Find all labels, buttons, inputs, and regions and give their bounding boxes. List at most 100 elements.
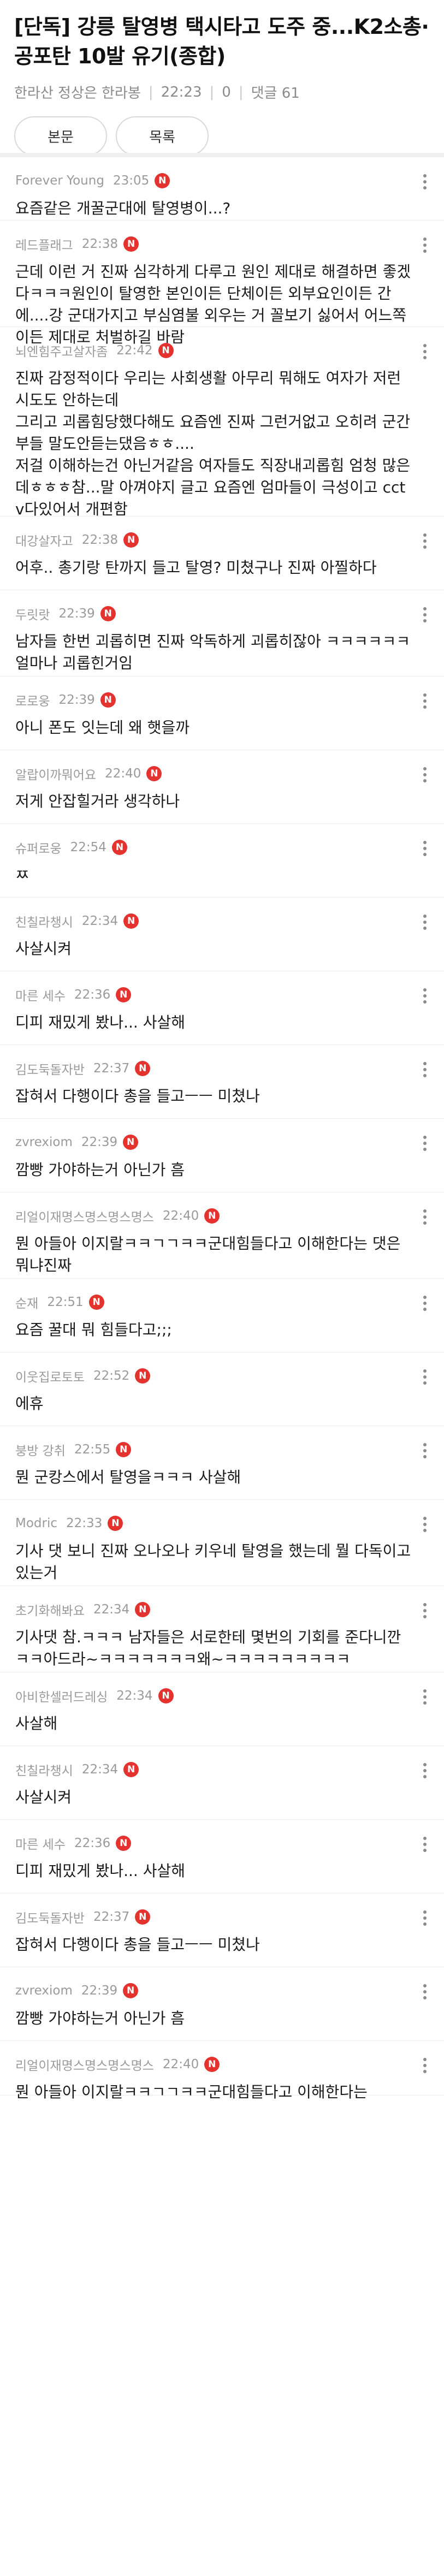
comment-author[interactable]: 리얼이재명스명스명스명스 [15, 2055, 154, 2074]
more-dot [423, 915, 427, 918]
comment-author[interactable]: 알랍이까뭐어요 [15, 764, 96, 783]
comment-author[interactable]: 마른 세수 [15, 1834, 66, 1853]
comment-time: 22:34 [81, 914, 119, 928]
more-options-icon[interactable] [422, 1688, 428, 1706]
comment-author[interactable]: zvrexiom [15, 1135, 73, 1149]
more-options-icon[interactable] [422, 606, 428, 624]
more-options-icon[interactable] [422, 1441, 428, 1460]
meta-divider: | [238, 84, 244, 100]
comment-item: 친칠라챙시 22:34 N 사살시켜 [0, 898, 444, 971]
comment-author[interactable]: 리얼이재명스명스명스명스 [15, 1207, 154, 1225]
comment-text: 잡혀서 다행이다 총을 들고ㅡㅡ 미쳤나 [15, 1087, 260, 1105]
comment-item: 초기화해봐요 22:34 N 기사댓 참.ㅋㅋㅋ 남자들은 서로한테 몇번의 기회를 … [0, 1586, 444, 1672]
article-title: [단독] 강릉 탈영병 택시타고 도주 중...K2소총·공포탄 10발 유기(… [14, 15, 429, 68]
comment-author[interactable]: 친칠라챙시 [15, 1760, 73, 1779]
new-badge-icon: N [135, 1909, 151, 1925]
comment-item: 마른 세수 22:36 N 디피 재밌게 봤나... 사살해 [0, 971, 444, 1045]
comment-author[interactable]: 뇌엔힘주고살자좀 [15, 341, 108, 360]
more-options-icon[interactable] [422, 1909, 428, 1927]
comment-header: 김도둑돌자반 22:37 N [15, 1908, 411, 1926]
comment-author[interactable]: 로로웅 [15, 691, 50, 709]
more-dot [423, 1769, 427, 1772]
comment-author[interactable]: Modric [15, 1516, 57, 1530]
more-options-icon[interactable] [422, 1983, 428, 2001]
comment-item: Modric 22:33 N 기사 댓 보니 진짜 오나오나 키우네 탈영을 했는데 … [0, 1500, 444, 1586]
more-options-icon[interactable] [422, 1515, 428, 1534]
new-badge-icon: N [204, 1208, 220, 1224]
more-dot [423, 1455, 427, 1458]
comment-header: Modric 22:33 N [15, 1514, 411, 1533]
comment-item: zvrexiom 22:39 N 깜빵 가야하는거 아닌가 흠 [0, 1119, 444, 1192]
comment-text: 요즘같은 개꿀군대에 탈영병이...? [15, 199, 231, 217]
more-options-icon[interactable] [422, 1060, 428, 1079]
more-options-icon[interactable] [422, 765, 428, 784]
comment-author[interactable]: 김도둑돌자반 [15, 1059, 85, 1078]
more-options-icon[interactable] [422, 173, 428, 191]
body-button[interactable]: 본문 [14, 116, 107, 156]
new-badge-icon: N [88, 1295, 104, 1310]
comment-count[interactable]: 댓글 61 [251, 82, 300, 102]
more-options-icon[interactable] [422, 1835, 428, 1854]
new-badge-icon: N [123, 532, 139, 548]
comment-time: 22:39 [81, 1135, 118, 1149]
more-options-icon[interactable] [422, 1134, 428, 1153]
comment-time: 22:34 [116, 1689, 153, 1703]
post-time: 22:23 [161, 84, 202, 100]
more-options-icon[interactable] [422, 692, 428, 710]
new-badge-icon: N [158, 343, 174, 358]
more-dot [423, 1763, 427, 1766]
more-options-icon[interactable] [422, 532, 428, 550]
more-options-icon[interactable] [422, 1208, 428, 1226]
comment-header: zvrexiom 22:39 N [15, 1981, 411, 2000]
comment-header: 레드플래그 22:38 N [15, 235, 411, 253]
list-button[interactable]: 목록 [116, 116, 209, 156]
comment-header: 마른 세수 22:36 N [15, 986, 411, 1004]
comment-header: 리얼이재명스명스명스명스 22:40 N [15, 1207, 411, 1225]
comment-time: 22:51 [47, 1295, 84, 1309]
comment-author[interactable]: 마른 세수 [15, 986, 66, 1004]
new-badge-icon: N [158, 1688, 174, 1704]
more-options-icon[interactable] [422, 1294, 428, 1313]
comment-author[interactable]: 김도둑돌자반 [15, 1908, 85, 1926]
comment-author[interactable]: zvrexiom [15, 1984, 73, 1998]
comment-author[interactable]: 초기화해봐요 [15, 1600, 85, 1619]
comment-time: 23:05 [113, 174, 150, 188]
comment-text: 기사댓 참.ㅋㅋㅋ 남자들은 서로한테 몇번의 기회를 준다니깐ㅋㅋ아드라~ㅋㅋ… [15, 1628, 401, 1668]
more-dot [423, 1615, 427, 1618]
more-options-icon[interactable] [422, 913, 428, 931]
comment-author[interactable]: 이웃집로토토 [15, 1367, 85, 1385]
comment-author[interactable]: 두릿랏 [15, 604, 50, 623]
author-name[interactable]: 한라산 정상은 한라봉 [14, 82, 141, 102]
comment-time: 22:37 [93, 1910, 130, 1924]
more-options-icon[interactable] [422, 236, 428, 254]
comment-author[interactable]: 대강살자고 [15, 531, 73, 549]
more-dot [423, 693, 427, 697]
new-badge-icon: N [100, 606, 116, 621]
comment-time: 22:34 [93, 1602, 130, 1617]
more-options-icon[interactable] [422, 342, 428, 361]
comment-author[interactable]: 슈퍼로웅 [15, 838, 62, 857]
more-dot [423, 1142, 427, 1145]
more-dot [423, 1609, 427, 1612]
more-dot [423, 1074, 427, 1077]
comment-author[interactable]: 친칠라챙시 [15, 912, 73, 930]
more-dot [423, 1000, 427, 1004]
more-options-icon[interactable] [422, 1368, 428, 1386]
comment-author[interactable]: 순재 [15, 1293, 38, 1311]
more-dot [423, 1843, 427, 1846]
more-dot [423, 1148, 427, 1151]
comment-author[interactable]: 붕방 강취 [15, 1440, 66, 1459]
comment-text: 깜빵 가야하는거 아닌가 흠 [15, 2009, 185, 2027]
more-options-icon[interactable] [422, 2056, 428, 2075]
more-options-icon[interactable] [422, 839, 428, 858]
comment-author[interactable]: Forever Young [15, 174, 104, 188]
new-badge-icon: N [116, 1836, 132, 1851]
comment-author[interactable]: 레드플래그 [15, 235, 73, 253]
more-dot [423, 356, 427, 359]
more-dot [423, 1136, 427, 1139]
more-options-icon[interactable] [422, 987, 428, 1005]
comment-item: 대강살자고 22:38 N 어후.. 총기랑 탄까지 들고 탈영? 미쳤구나 진짜 아… [0, 517, 444, 590]
comment-author[interactable]: 아비한셀러드레싱 [15, 1687, 108, 1705]
more-options-icon[interactable] [422, 1761, 428, 1780]
more-options-icon[interactable] [422, 1601, 428, 1620]
